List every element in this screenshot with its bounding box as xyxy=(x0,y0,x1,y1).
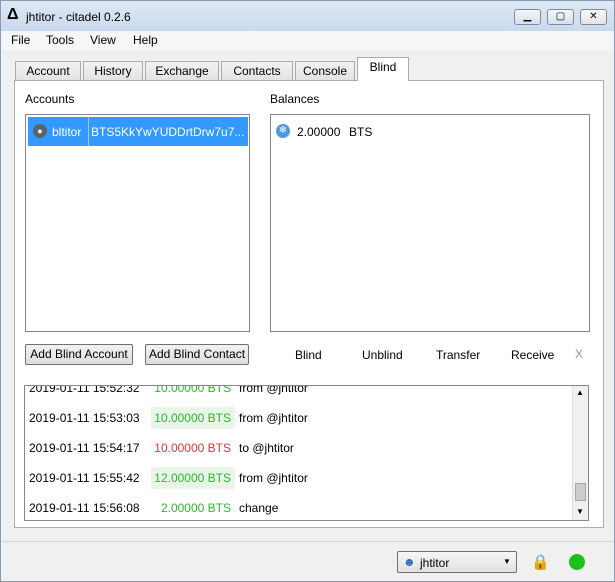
log-description: from @jhtitor xyxy=(239,385,308,395)
log-timestamp: 2019-01-11 15:52:32 xyxy=(29,385,140,395)
user-icon: ☻ xyxy=(403,555,416,569)
account-name: bltitor xyxy=(52,125,82,139)
log-scrollbar[interactable]: ▲ ▼ xyxy=(572,386,588,520)
title-bar: Δ jhtitor - citadel 0.2.6 ▁ ▢ ✕ xyxy=(1,1,614,31)
transaction-log[interactable]: 2019-01-11 15:52:32 10.00000 BTS from @j… xyxy=(24,385,589,521)
log-amount: 2.00000 BTS xyxy=(160,501,231,515)
account-row[interactable]: ● bltitor BTS5KkYwYUDDrtDrw7u7... xyxy=(28,117,248,146)
account-key: BTS5KkYwYUDDrtDrw7u7... xyxy=(91,125,245,139)
balances-label: Balances xyxy=(270,92,320,106)
menu-bar: File Tools View Help xyxy=(1,31,614,50)
log-amount: 12.00000 BTS xyxy=(151,467,235,489)
tab-contacts[interactable]: Contacts xyxy=(221,61,293,80)
receive-button[interactable]: Receive xyxy=(511,348,554,362)
tab-exchange[interactable]: Exchange xyxy=(145,61,219,80)
main-window: Δ jhtitor - citadel 0.2.6 ▁ ▢ ✕ File Too… xyxy=(0,0,615,582)
maximize-icon: ▢ xyxy=(555,11,566,22)
log-amount: 10.00000 BTS xyxy=(154,441,231,455)
lock-icon[interactable]: 🔒 xyxy=(531,553,550,571)
close-button[interactable]: ✕ xyxy=(580,9,607,25)
unblind-button[interactable]: Unblind xyxy=(362,348,403,362)
log-description: from @jhtitor xyxy=(239,471,308,485)
scroll-down-icon[interactable]: ▼ xyxy=(576,507,584,516)
accounts-list[interactable]: ● bltitor BTS5KkYwYUDDrtDrw7u7... xyxy=(25,114,250,332)
scroll-up-icon[interactable]: ▲ xyxy=(576,388,584,397)
tab-account[interactable]: Account xyxy=(15,61,81,80)
snowflake-icon: ❄ xyxy=(276,124,290,138)
menu-view[interactable]: View xyxy=(90,33,116,47)
balance-row[interactable]: ❄ 2.00000 BTS xyxy=(273,121,573,143)
transfer-button[interactable]: Transfer xyxy=(436,348,480,362)
log-amount: 10.00000 BTS xyxy=(151,407,235,429)
window-title: jhtitor - citadel 0.2.6 xyxy=(26,10,131,24)
minimize-icon: ▁ xyxy=(523,11,532,22)
chevron-down-icon: ▼ xyxy=(503,557,511,566)
log-description: to @jhtitor xyxy=(239,441,294,455)
delta-icon: Δ xyxy=(7,6,19,23)
blind-button[interactable]: Blind xyxy=(295,348,322,362)
menu-tools[interactable]: Tools xyxy=(46,33,74,47)
log-timestamp: 2019-01-11 15:53:03 xyxy=(29,411,140,425)
maximize-button[interactable]: ▢ xyxy=(547,9,574,25)
balance-amount: 2.00000 xyxy=(297,125,341,139)
column-separator xyxy=(88,117,89,146)
account-selector[interactable]: ☻ jhtitor ▼ xyxy=(397,551,517,573)
log-timestamp: 2019-01-11 15:55:42 xyxy=(29,471,140,485)
tab-history[interactable]: History xyxy=(83,61,143,80)
accounts-label: Accounts xyxy=(25,92,75,106)
close-panel-button[interactable]: X xyxy=(575,347,583,361)
log-amount: 10.00000 BTS xyxy=(154,385,231,395)
blind-account-icon: ● xyxy=(33,124,47,138)
add-blind-contact-button[interactable]: Add Blind Contact xyxy=(145,344,249,365)
add-blind-account-button[interactable]: Add Blind Account xyxy=(25,344,133,365)
tab-blind[interactable]: Blind xyxy=(357,57,409,81)
balance-symbol: BTS xyxy=(349,125,373,139)
minimize-button[interactable]: ▁ xyxy=(514,9,541,25)
menu-file[interactable]: File xyxy=(11,33,30,47)
connection-status-indicator xyxy=(569,554,585,570)
account-selector-value: jhtitor xyxy=(420,556,450,570)
close-icon: ✕ xyxy=(589,11,598,22)
tab-console[interactable]: Console xyxy=(295,61,355,80)
scroll-thumb[interactable] xyxy=(575,483,586,501)
log-description: from @jhtitor xyxy=(239,411,308,425)
log-timestamp: 2019-01-11 15:56:08 xyxy=(29,501,140,515)
log-description: change xyxy=(239,501,279,515)
status-bar xyxy=(1,541,614,581)
balances-list[interactable]: ❄ 2.00000 BTS xyxy=(270,114,590,332)
menu-help[interactable]: Help xyxy=(133,33,158,47)
log-timestamp: 2019-01-11 15:54:17 xyxy=(29,441,140,455)
